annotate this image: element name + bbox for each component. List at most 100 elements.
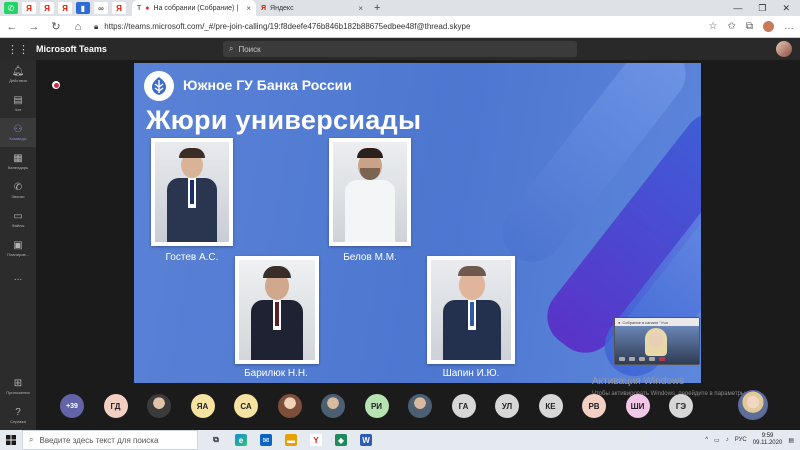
explorer-icon[interactable]: ▬: [285, 434, 297, 446]
tab-yandex[interactable]: Я Яндекс ×: [256, 0, 368, 16]
close-window-icon[interactable]: ✕: [782, 3, 790, 14]
star-icon[interactable]: ☆: [709, 21, 718, 32]
yandex-tab-icon[interactable]: Я: [112, 2, 126, 14]
person-name: Белов М.М.: [343, 252, 397, 263]
rail-item-teams[interactable]: ⚇ Команды: [0, 118, 36, 147]
url-field[interactable]: 🔒︎ https://teams.microsoft.com/_#/pre-jo…: [94, 19, 699, 35]
browser-actions: ☆ ✩ ⧉ …: [709, 21, 794, 32]
yandex-tab-icon[interactable]: Я: [58, 2, 72, 14]
favorites-icon[interactable]: ✩: [727, 21, 735, 32]
refresh-icon[interactable]: ↻: [50, 20, 62, 33]
user-avatar[interactable]: [776, 41, 792, 57]
participant-avatar[interactable]: ГЭ: [669, 394, 693, 418]
participant-avatar[interactable]: СА: [234, 394, 258, 418]
whatsapp-tab-icon[interactable]: ✆: [4, 2, 18, 14]
activation-watermark-title: Активация Windows: [592, 376, 685, 387]
profile-avatar[interactable]: [763, 21, 774, 32]
back-icon[interactable]: ←: [6, 21, 18, 33]
rail-item-apps[interactable]: ⊞ Приложения: [0, 372, 36, 401]
person-name: Гостев А.С.: [165, 252, 219, 263]
rail-item-files[interactable]: ▭ Файлы: [0, 205, 36, 234]
participant-avatar[interactable]: [408, 394, 432, 418]
volume-icon[interactable]: ♪: [726, 437, 729, 443]
window-controls: — ❐ ✕: [733, 3, 800, 14]
participant-avatar[interactable]: [277, 394, 302, 418]
address-bar-row: ← → ↻ ⌂ 🔒︎ https://teams.microsoft.com/_…: [0, 16, 800, 38]
rail-item-help[interactable]: ? Справка: [0, 401, 36, 430]
participant-avatar[interactable]: КЕ: [538, 394, 563, 418]
recording-dot-icon: ●: [145, 4, 150, 12]
taskbar-apps: ⧉ e ✉ ▬ Y ◆ W: [198, 434, 372, 446]
mic-icon[interactable]: [629, 357, 635, 361]
edge-icon[interactable]: e: [235, 434, 247, 446]
tab-teams-meeting[interactable]: T ● На собрании (Собрание) | ×: [132, 0, 256, 16]
participant-avatar[interactable]: ШИ: [625, 394, 650, 418]
browser-tab-strip: ✆ Я Я Я ▮ ∞ Я T ● На собрании (Собрание)…: [0, 0, 800, 16]
new-tab-icon[interactable]: +: [374, 2, 380, 14]
maximize-icon[interactable]: ❐: [758, 3, 766, 14]
participant-avatar[interactable]: ЯА: [190, 394, 215, 418]
minimize-icon[interactable]: —: [733, 3, 742, 14]
participant-avatar[interactable]: ГА: [451, 394, 476, 418]
participant-avatar[interactable]: [321, 394, 345, 418]
self-view-header: ● Собрание в канале "Уча: [615, 318, 699, 326]
person-name: Шапин И.Ю.: [442, 368, 500, 379]
share-icon[interactable]: [639, 357, 645, 361]
app-launcher-icon[interactable]: ⋮⋮: [0, 43, 36, 56]
rail-item-planner[interactable]: ▣ Планиров...: [0, 234, 36, 263]
participant-overflow-count[interactable]: +39: [60, 394, 84, 418]
chevron-up-icon[interactable]: ^: [705, 437, 708, 443]
participant-avatar[interactable]: РВ: [582, 394, 606, 418]
taskbar-search-input[interactable]: ⌕ Введите здесь текст для поиска: [22, 430, 198, 450]
link-tab-icon[interactable]: ∞: [94, 2, 108, 14]
self-video: [615, 326, 699, 364]
close-tab-icon[interactable]: ×: [246, 4, 251, 13]
mail-icon[interactable]: ✉: [260, 434, 272, 446]
lock-icon: 🔒︎: [94, 21, 99, 31]
start-button[interactable]: [0, 435, 22, 445]
participant-avatar[interactable]: ГД: [103, 394, 128, 418]
person-name: Барилюк Н.Н.: [244, 368, 308, 379]
network-icon[interactable]: ▭: [714, 437, 720, 444]
forward-icon[interactable]: →: [28, 21, 40, 33]
chat-icon: ▤: [13, 94, 23, 106]
participant-avatar[interactable]: УЛ: [495, 394, 519, 418]
rail-item-calendar[interactable]: ▦ Календарь: [0, 147, 36, 176]
windows-icon: [6, 435, 16, 445]
rail-item-chat[interactable]: ▤ Чат: [0, 89, 36, 118]
windows-taskbar: ⌕ Введите здесь текст для поиска ⧉ e ✉ ▬…: [0, 430, 800, 450]
collections-icon[interactable]: ⧉: [746, 21, 753, 32]
yandex-tab-icon[interactable]: Я: [22, 2, 36, 14]
yandex-icon: Я: [261, 4, 267, 12]
rail-item-calls[interactable]: ✆ Звонки: [0, 176, 36, 205]
hang-up-icon[interactable]: [659, 357, 665, 361]
yandex-tab-icon[interactable]: Я: [40, 2, 54, 14]
person-photo: [329, 138, 411, 246]
yandex-browser-icon[interactable]: Y: [310, 434, 322, 446]
app-icon[interactable]: ◆: [335, 434, 347, 446]
more-icon[interactable]: …: [784, 21, 794, 32]
my-avatar[interactable]: [738, 390, 768, 420]
task-view-icon[interactable]: ⧉: [210, 434, 222, 446]
docs-tab-icon[interactable]: ▮: [76, 2, 90, 14]
camera-icon[interactable]: [619, 357, 625, 361]
more-icon[interactable]: [649, 357, 655, 361]
person-photo: [151, 138, 233, 246]
planner-icon: ▣: [13, 239, 23, 251]
rail-item-more[interactable]: ...: [0, 263, 36, 292]
self-video-preview[interactable]: ● Собрание в канале "Уча: [614, 317, 700, 365]
call-controls: [619, 357, 665, 361]
search-input[interactable]: ⌕ Поиск: [223, 41, 577, 57]
notifications-icon[interactable]: ▤: [788, 437, 794, 444]
files-icon: ▭: [13, 210, 23, 222]
home-icon[interactable]: ⌂: [72, 21, 84, 33]
language-indicator[interactable]: РУС: [735, 437, 747, 443]
word-icon[interactable]: W: [360, 434, 372, 446]
participant-avatar[interactable]: [147, 394, 171, 418]
participant-avatar[interactable]: РИ: [364, 394, 389, 418]
rail-item-activity[interactable]: 🔔︎ Действия: [0, 60, 36, 89]
participant-strip: +39 ГД ЯА СА РИ ГА УЛ КЕ РВ ШИ ГЭ: [60, 393, 693, 419]
close-tab-icon[interactable]: ×: [358, 4, 363, 13]
clock[interactable]: 9:59 09.11.2020: [753, 433, 783, 447]
teams-icon: ⚇: [13, 123, 23, 135]
